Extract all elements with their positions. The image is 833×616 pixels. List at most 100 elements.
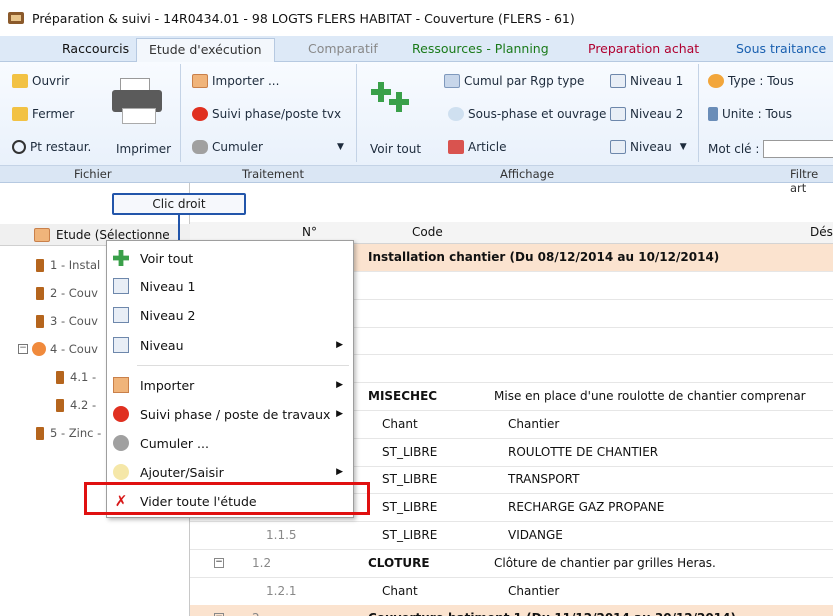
submenu-arrow-icon: ▶ (336, 340, 343, 350)
clic-droit-callout: Clic droit (112, 193, 246, 215)
tab-etude-execution[interactable]: Etude d'exécution (136, 38, 275, 62)
niveau2-button[interactable]: Niveau 2 (610, 107, 683, 121)
niveau-button[interactable]: Niveau ▼ (610, 140, 687, 154)
study-icon (34, 228, 50, 242)
mot-cle-label: Mot clé : (708, 140, 833, 158)
import-icon (113, 377, 129, 393)
row-code: ST_LIBRE (382, 444, 438, 459)
cumul-rgp-button[interactable]: Cumul par Rgp type (444, 74, 584, 88)
niveau-icon (113, 278, 129, 294)
row-designation: ROULOTTE DE CHANTIER (508, 444, 659, 459)
voir-tout-plus-icon[interactable] (371, 76, 412, 116)
tab-comparatif[interactable]: Comparatif (296, 38, 390, 62)
printer-icon[interactable] (112, 78, 164, 126)
tree-item-4[interactable]: − 4 - Couv (18, 342, 98, 356)
cumuler-icon (113, 435, 129, 451)
row-designation: VIDANGE (508, 528, 563, 542)
window-title: Préparation & suivi - 14R0434.01 - 98 LO… (32, 10, 575, 26)
category-row[interactable]: 2−Couverture batiment 1 (Du 11/12/2014 a… (190, 605, 833, 616)
sous-phase-button[interactable]: Sous-phase et ouvrage (448, 107, 606, 121)
column-header-num[interactable]: N° (302, 225, 317, 239)
folder-close-icon (12, 107, 28, 121)
table-row[interactable]: 1.2.1 Chant Chantier (190, 578, 833, 606)
niveau-icon (610, 74, 626, 88)
row-code: Chant (382, 583, 418, 598)
menu-item-ajouter-saisir[interactable]: Ajouter/Saisir ▶ (107, 461, 353, 483)
tab-preparation-achat[interactable]: Preparation achat (576, 38, 711, 62)
row-number: 2 (252, 611, 260, 616)
column-header-code[interactable]: Code (412, 225, 443, 239)
tree-item-2[interactable]: 2 - Couv (36, 286, 98, 300)
cumul-icon (444, 74, 460, 88)
menu-item-niveau-1[interactable]: Niveau 1 (107, 275, 353, 297)
callout-pointer (178, 215, 180, 243)
plus-icon (113, 250, 129, 266)
niveau-icon (610, 140, 626, 154)
voir-tout-button[interactable]: Voir tout (370, 142, 421, 156)
menu-item-suivi-phase[interactable]: Suivi phase / poste de travaux ▶ (107, 403, 353, 425)
folder-icon (36, 426, 44, 440)
chevron-down-icon: ▼ (336, 142, 344, 152)
tab-ressources-planning[interactable]: Ressources - Planning (400, 38, 561, 62)
collapse-icon[interactable]: − (18, 344, 28, 354)
context-menu: Voir tout Niveau 1 Niveau 2 Niveau ▶ Imp… (106, 240, 354, 518)
menu-item-voir-tout[interactable]: Voir tout (107, 247, 353, 269)
folder-icon (36, 286, 44, 300)
cumuler-button[interactable]: Cumuler ▼ (192, 140, 344, 154)
menu-item-niveau-2[interactable]: Niveau 2 (107, 304, 353, 326)
group-label-filtre: Filtre art (790, 167, 819, 195)
pt-restaur-button[interactable]: Pt restaur. (12, 140, 91, 154)
niveau1-button[interactable]: Niveau 1 (610, 74, 683, 88)
restore-icon (12, 140, 26, 154)
cumuler-icon (192, 140, 208, 154)
column-header-desig[interactable]: Dési (810, 225, 833, 239)
group-label-traitement: Traitement (242, 167, 304, 181)
ouvrir-button[interactable]: Ouvrir (12, 74, 69, 88)
row-designation: TRANSPORT (508, 472, 580, 487)
import-icon (192, 74, 208, 88)
unite-filter[interactable]: Unite : Tous (708, 107, 792, 121)
article-button[interactable]: Article (448, 140, 507, 154)
table-row[interactable]: 1.2 − CLOTURE Clôture de chantier par grill… (190, 550, 833, 578)
collapse-icon[interactable]: − (214, 557, 224, 568)
menu-item-niveau[interactable]: Niveau ▶ (107, 334, 353, 356)
tree-item-4-1[interactable]: 4.1 - (56, 370, 96, 384)
highlight-box (84, 482, 370, 515)
suivi-phase-button[interactable]: Suivi phase/poste tvx (192, 107, 341, 121)
row-designation: Chantier (508, 416, 560, 431)
row-code: Couverture batiment 1 (Du 11/12/2014 au … (368, 611, 736, 616)
suivi-icon (113, 406, 129, 422)
row-code: ST_LIBRE (382, 528, 438, 542)
row-number: 1.1.5 (266, 528, 297, 542)
row-code: CLOTURE (368, 555, 430, 570)
row-code: ST_LIBRE (382, 472, 438, 487)
menu-item-cumuler[interactable]: Cumuler ... (107, 432, 353, 454)
table-row[interactable]: 1.1.5 ST_LIBRE VIDANGE (190, 522, 833, 550)
magnify-icon (448, 107, 464, 121)
folder-icon (56, 398, 64, 412)
tree-item-4-2[interactable]: 4.2 - (56, 398, 96, 412)
app-icon (8, 12, 24, 24)
fermer-button[interactable]: Fermer (12, 107, 74, 121)
imprimer-button[interactable]: Imprimer (116, 142, 171, 156)
tree-item-1[interactable]: 1 - Instal (36, 258, 100, 272)
importer-button[interactable]: Importer ... (192, 74, 279, 88)
group-label-fichier: Fichier (74, 167, 112, 181)
tab-sous-traitance[interactable]: Sous traitance (724, 38, 833, 62)
mot-cle-input[interactable] (763, 140, 833, 158)
folder-open-icon (12, 74, 28, 88)
menu-item-importer[interactable]: Importer ▶ (107, 374, 353, 396)
suivi-icon (192, 107, 208, 121)
tree-item-3[interactable]: 3 - Couv (36, 314, 98, 328)
tab-raccourcis[interactable]: Raccourcis (50, 38, 141, 62)
row-number: 1.2.1 (266, 583, 297, 598)
row-code: MISECHEC (368, 389, 438, 403)
submenu-arrow-icon: ▶ (336, 380, 343, 390)
niveau-icon (113, 337, 129, 353)
tree-item-5[interactable]: 5 - Zinc - (36, 426, 101, 440)
row-code: ST_LIBRE (382, 500, 438, 515)
unite-icon (708, 107, 718, 121)
folder-icon (56, 370, 64, 384)
row-number: 1.2 (252, 555, 272, 570)
type-filter[interactable]: Type : Tous (708, 74, 794, 88)
